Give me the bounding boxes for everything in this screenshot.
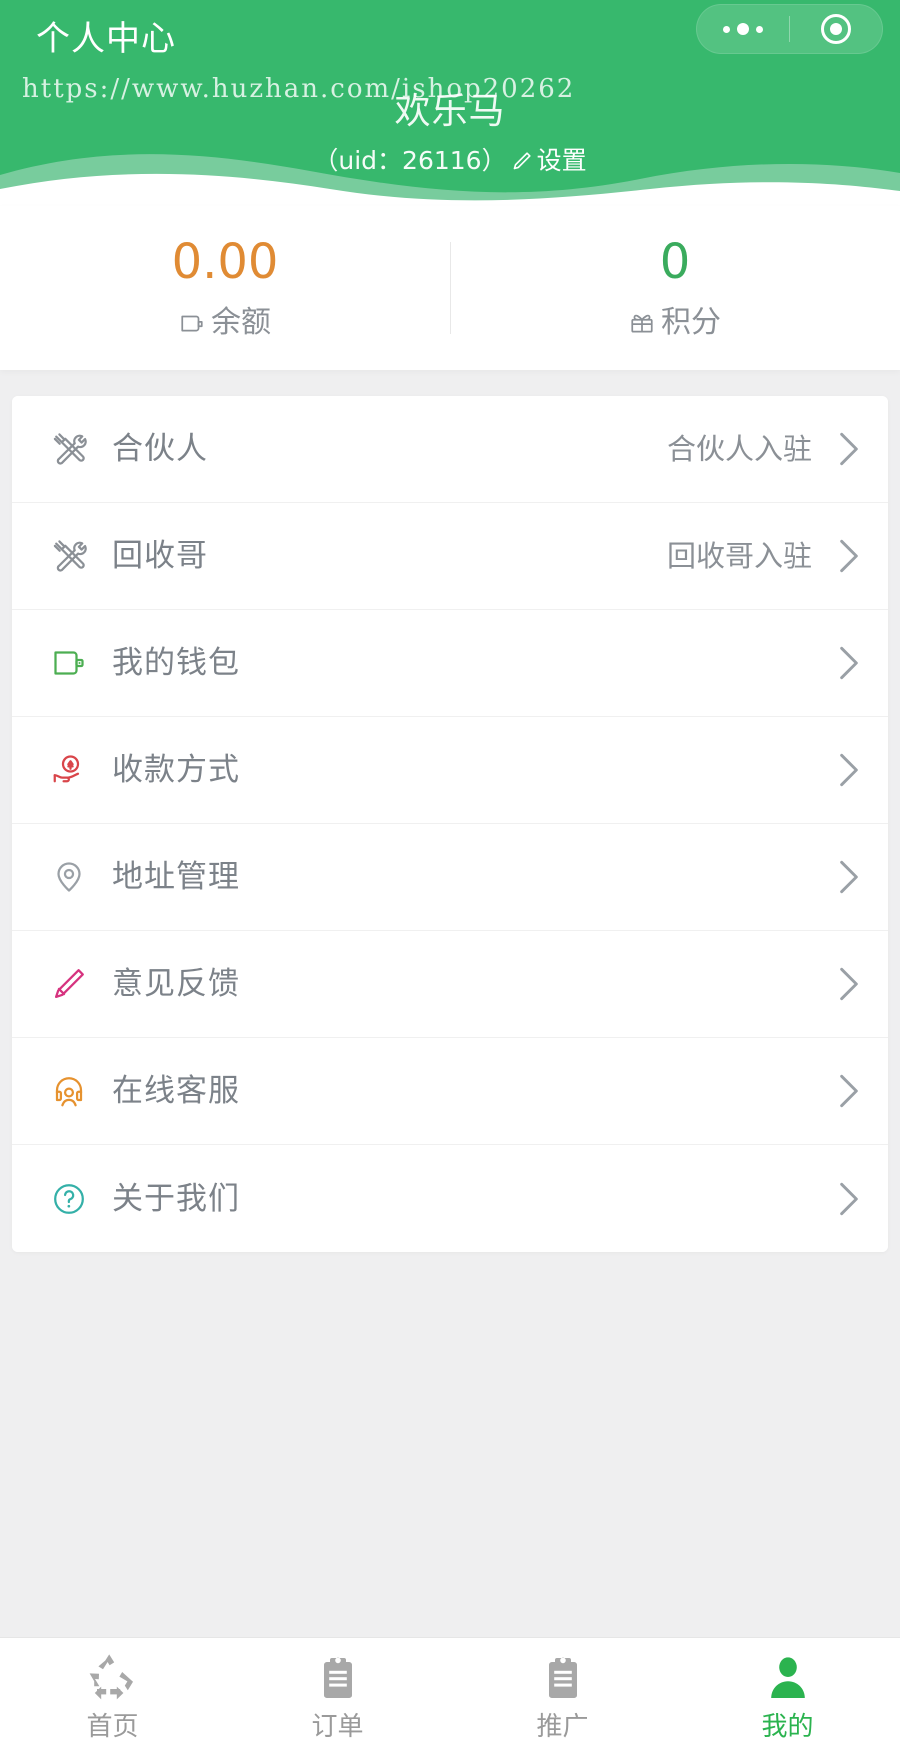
menu-item-label: 在线客服	[112, 1073, 240, 1109]
menu-item-label: 合伙人	[112, 431, 208, 467]
wallet-icon	[181, 315, 203, 332]
chevron-right-icon	[840, 1074, 858, 1108]
tab-mine[interactable]: 我的	[675, 1638, 900, 1757]
tab-orders[interactable]: 订单	[225, 1638, 450, 1757]
menu-item-feedback[interactable]: 意见反馈	[12, 931, 888, 1038]
more-button[interactable]	[697, 5, 789, 53]
points-value: 0	[659, 234, 691, 290]
target-circle-icon	[821, 14, 851, 44]
menu-item-label: 意见反馈	[112, 966, 240, 1002]
chevron-right-icon	[840, 860, 858, 894]
bottom-tab-bar: 首页 订单 推广 我的	[0, 1637, 900, 1757]
menu-item-label: 收款方式	[112, 752, 240, 788]
stat-points[interactable]: 0 积分	[450, 236, 900, 340]
wrench-screwdriver-icon	[48, 535, 90, 577]
hand-yuan-icon	[48, 749, 90, 791]
menu-item-extra: 回收哥入驻	[666, 539, 812, 573]
wechat-capsule-bar[interactable]	[696, 4, 883, 54]
chevron-right-icon	[840, 432, 858, 466]
chevron-right-icon	[840, 539, 858, 573]
balance-label: 余额	[211, 305, 271, 340]
person-icon	[770, 1656, 805, 1698]
menu-card: 合伙人 合伙人入驻 回收哥 回收哥入驻 我的钱包 收款方式 地址管理 意见反馈 …	[12, 396, 888, 1252]
menu-item-label: 地址管理	[112, 859, 240, 895]
menu-item-online-support[interactable]: 在线客服	[12, 1038, 888, 1145]
menu-item-label: 我的钱包	[112, 645, 240, 681]
clipboard-icon	[548, 1657, 577, 1698]
points-label: 积分	[661, 305, 721, 340]
menu-item-payment-method[interactable]: 收款方式	[12, 717, 888, 824]
points-label-row: 积分	[629, 306, 721, 340]
menu-item-address-management[interactable]: 地址管理	[12, 824, 888, 931]
tab-label: 订单	[311, 1711, 364, 1742]
menu-item-label: 关于我们	[112, 1180, 240, 1217]
tab-label: 首页	[86, 1711, 139, 1742]
menu-item-my-wallet[interactable]: 我的钱包	[12, 610, 888, 717]
menu-item-about-us[interactable]: 关于我们	[12, 1145, 888, 1252]
headset-person-icon	[48, 1070, 90, 1112]
chevron-right-icon	[840, 1182, 858, 1215]
profile-page: 个人中心 https://www.huzhan.com/ishop20262 欢…	[0, 0, 900, 1757]
chevron-right-icon	[840, 753, 858, 787]
wrench-screwdriver-icon	[48, 428, 90, 470]
balance-label-row: 余额	[179, 306, 271, 340]
location-pin-icon	[48, 856, 90, 898]
stats-divider	[450, 242, 451, 334]
tab-promotion[interactable]: 推广	[450, 1638, 675, 1757]
tab-home[interactable]: 首页	[0, 1638, 225, 1757]
menu-item-label: 回收哥	[112, 538, 208, 574]
menu-item-partner[interactable]: 合伙人 合伙人入驻	[12, 396, 888, 503]
chevron-right-icon	[840, 967, 858, 1001]
page-title: 个人中心	[36, 19, 176, 59]
page-header: 个人中心 https://www.huzhan.com/ishop20262 欢…	[0, 0, 900, 206]
more-dots-icon	[723, 23, 763, 35]
pencil-icon	[48, 963, 90, 1005]
question-circle-icon	[48, 1178, 90, 1220]
tab-label: 我的	[761, 1711, 814, 1742]
user-nickname: 欢乐马	[394, 91, 506, 132]
points-icon	[631, 314, 653, 333]
balance-value: 0.00	[171, 234, 279, 290]
recycle-icon	[89, 1653, 133, 1699]
clipboard-icon	[323, 1657, 352, 1698]
stat-balance[interactable]: 0.00 余额	[0, 236, 450, 340]
wallet-icon	[48, 642, 90, 684]
tab-label: 推广	[536, 1711, 589, 1742]
menu-item-recycler[interactable]: 回收哥 回收哥入驻	[12, 503, 888, 610]
menu-section: 合伙人 合伙人入驻 回收哥 回收哥入驻 我的钱包 收款方式 地址管理 意见反馈 …	[0, 370, 900, 1637]
close-miniprogram-button[interactable]	[790, 5, 882, 53]
chevron-right-icon	[840, 646, 858, 680]
stats-panel: 0.00 余额 0 积分	[0, 206, 900, 370]
menu-item-extra: 合伙人入驻	[666, 432, 812, 466]
header-wave-decoration	[0, 154, 900, 206]
